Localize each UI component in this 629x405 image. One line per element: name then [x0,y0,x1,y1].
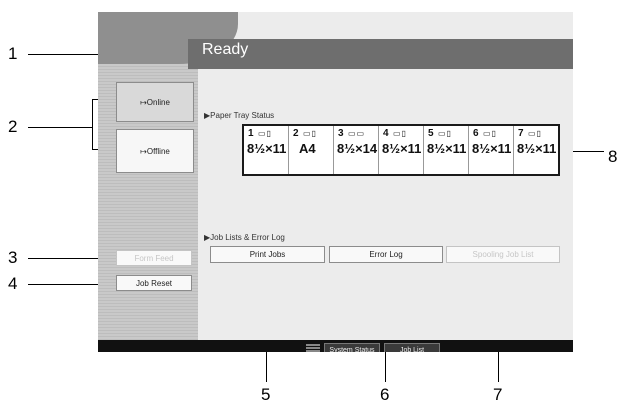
tray-number: 3 [338,128,344,139]
tray-6: 6 ▭▯ 8½×11 [469,126,514,174]
job-lists-section-label: ▶Job Lists & Error Log [204,233,285,242]
callout-7: 7 [493,385,503,404]
spooling-job-list-button[interactable]: Spooling Job List [446,246,560,263]
tray-number: 6 [473,128,479,139]
form-feed-button[interactable]: Form Feed [116,250,192,266]
offline-button[interactable]: ↦Offline [116,129,194,173]
leader-bracket-2 [92,99,93,149]
callout-4: 4 [8,274,18,293]
paper-tray-section-label: ▶Paper Tray Status [204,111,275,120]
tray-number: 4 [383,128,389,139]
leader-line-2 [28,127,92,128]
callout-1: 1 [8,44,18,63]
tray-2: 2 ▭▯ A4 [289,126,334,174]
status-indicator-icon [306,344,320,352]
print-jobs-button[interactable]: Print Jobs [210,246,325,263]
tray-size: 8½×14 [337,141,378,156]
callout-3: 3 [8,248,18,267]
callout-2: 2 [8,117,18,136]
callout-8: 8 [608,147,618,166]
tray-7: 7 ▭▯ 8½×11 [514,126,558,174]
tray-number: 1 [248,128,254,139]
tray-size: 8½×11 [382,141,422,156]
tray-number: 2 [293,128,299,139]
printer-panel: Ready ↦Online ↦Offline Form Feed Job Res… [98,12,573,352]
paper-level-icon: ▭▯ [258,129,272,138]
paper-level-icon: ▭▯ [438,129,452,138]
tray-size: 8½×11 [517,141,557,156]
tray-size: 8½×11 [247,141,287,156]
paper-level-icon: ▭▯ [483,129,497,138]
paper-level-icon: ▭▯ [528,129,542,138]
online-button[interactable]: ↦Online [116,82,194,122]
tray-1: 1 ▭▯ 8½×11 [244,126,289,174]
job-list-button[interactable]: Job List [384,343,440,352]
tray-size: A4 [299,141,316,156]
tray-number: 5 [428,128,434,139]
paper-level-icon: ▭▯ [393,129,407,138]
tray-3: 3 ▭▭ 8½×14 [334,126,379,174]
status-message: Ready [202,41,249,58]
job-reset-button[interactable]: Job Reset [116,275,192,291]
callout-5: 5 [261,385,271,404]
error-log-button[interactable]: Error Log [329,246,443,263]
callout-6: 6 [380,385,390,404]
paper-tray-status-box: 1 ▭▯ 8½×11 2 ▭▯ A4 3 ▭▭ 8½×14 4 ▭▯ 8½×11… [242,124,560,176]
tray-number: 7 [518,128,524,139]
tray-size: 8½×11 [472,141,512,156]
tray-5: 5 ▭▯ 8½×11 [424,126,469,174]
tray-4: 4 ▭▯ 8½×11 [379,126,424,174]
paper-level-icon: ▭▯ [303,129,317,138]
system-status-button[interactable]: System Status [324,343,380,352]
paper-level-icon: ▭▭ [348,129,366,138]
tray-size: 8½×11 [427,141,467,156]
